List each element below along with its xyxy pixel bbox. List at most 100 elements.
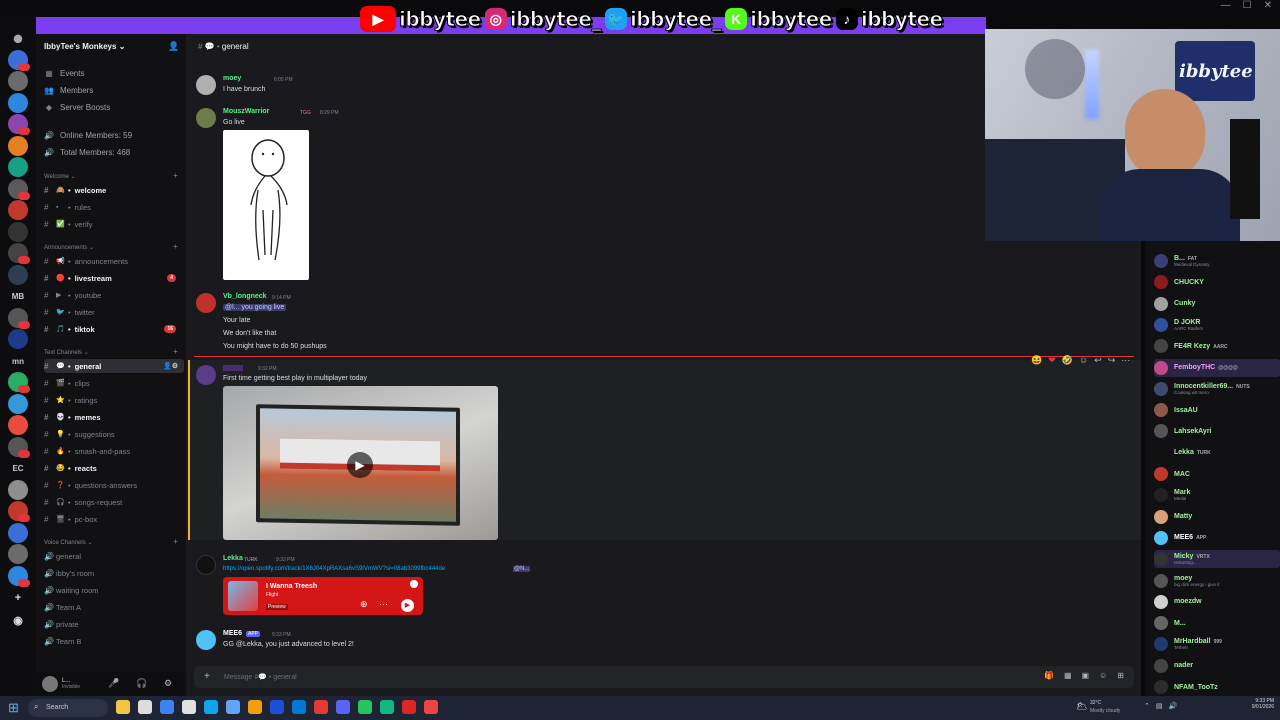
- message-author[interactable]: Vb_longneck: [223, 293, 267, 300]
- sticker-icon[interactable]: ▣: [1082, 671, 1090, 680]
- nav-events[interactable]: ▦ Events: [44, 69, 84, 78]
- member-item[interactable]: Micky VRTX restarting...: [1154, 550, 1280, 569]
- server-icon[interactable]: [8, 544, 28, 564]
- channel-songs-request[interactable]: # 🎧 • songs-request: [44, 495, 184, 509]
- member-item[interactable]: Innocentkiller69... NUTS Cooking wit mero: [1154, 380, 1280, 398]
- channel-reacts[interactable]: # 😂 • reacts: [44, 461, 184, 475]
- category-text[interactable]: Text Channels ⌄: [44, 349, 89, 356]
- avatar[interactable]: [196, 630, 216, 650]
- add-channel-icon[interactable]: +: [173, 242, 178, 251]
- edge-icon[interactable]: [160, 700, 174, 714]
- server-icon[interactable]: MB: [4, 292, 32, 301]
- voice-channel[interactable]: 🔊 Team A: [44, 600, 184, 614]
- server-icon[interactable]: [8, 522, 28, 543]
- outlook-icon[interactable]: [292, 700, 306, 714]
- message-input[interactable]: Message #💬 • general: [224, 673, 297, 681]
- spotify-link[interactable]: https://open.spotify.com/track/1X6J04XpR…: [223, 566, 445, 572]
- avatar[interactable]: [196, 293, 216, 313]
- close-icon[interactable]: ✕: [1264, 0, 1272, 16]
- member-item[interactable]: IssaAU: [1154, 401, 1280, 419]
- reply-icon[interactable]: ↩: [1094, 355, 1102, 366]
- channel-twitter[interactable]: # 🐦 • twitter: [44, 305, 184, 319]
- member-item[interactable]: Matty: [1154, 508, 1280, 526]
- more-icon[interactable]: ⋯: [1121, 355, 1130, 366]
- add-reaction-icon[interactable]: ☺: [1079, 355, 1088, 366]
- mic-icon[interactable]: 🎤: [108, 678, 119, 689]
- network-icon[interactable]: ▤: [1156, 702, 1163, 710]
- voice-channel[interactable]: 🔊 waiting room: [44, 583, 184, 597]
- category-welcome[interactable]: Welcome ⌄: [44, 173, 76, 180]
- server-icon[interactable]: EC: [4, 464, 32, 473]
- forward-icon[interactable]: ↪: [1108, 355, 1116, 366]
- app-icon[interactable]: [226, 700, 240, 714]
- discord-icon[interactable]: [336, 700, 350, 714]
- nav-members[interactable]: 👥 Members: [44, 86, 93, 95]
- voice-channel[interactable]: 🔊 ibby's room: [44, 566, 184, 580]
- gear-icon[interactable]: ⚙: [164, 678, 172, 689]
- video-attachment[interactable]: ▶: [223, 386, 498, 540]
- member-item[interactable]: B... FAT Medieval Dynasty: [1154, 252, 1280, 270]
- message-author[interactable]: MEE6: [223, 630, 242, 637]
- reaction-icon[interactable]: 🤣: [1062, 355, 1073, 366]
- volume-icon[interactable]: 🔊: [1169, 702, 1178, 710]
- member-item[interactable]: moey big dick energy i give it: [1154, 572, 1280, 590]
- channel-clips[interactable]: # 🎬 • clips: [44, 376, 184, 390]
- member-item[interactable]: Mark Medal: [1154, 486, 1280, 504]
- chevron-up-icon[interactable]: ⌃: [1144, 702, 1150, 710]
- message-author[interactable]: [223, 365, 243, 371]
- member-item[interactable]: M...: [1154, 614, 1280, 632]
- channel-welcome[interactable]: # 🙈 • welcome: [44, 183, 184, 197]
- heart-icon[interactable]: ❤: [1048, 355, 1056, 366]
- channel-youtube[interactable]: # ▶ • youtube: [44, 288, 184, 302]
- windows-start-icon[interactable]: ⊞: [8, 701, 22, 715]
- server-icon[interactable]: [8, 221, 28, 242]
- add-channel-icon[interactable]: +: [173, 537, 178, 546]
- avatar[interactable]: [196, 365, 216, 385]
- member-item[interactable]: MEE6 APP: [1154, 529, 1280, 547]
- server-icon[interactable]: [8, 329, 28, 349]
- app-icon[interactable]: [182, 700, 196, 714]
- store-icon[interactable]: [270, 700, 284, 714]
- app-icon[interactable]: [424, 700, 438, 714]
- apps-icon[interactable]: ⊞: [1117, 671, 1124, 680]
- voice-channel[interactable]: 🔊 private: [44, 617, 184, 631]
- avatar[interactable]: [42, 676, 58, 692]
- channel-settings-icon[interactable]: 👤⚙: [163, 362, 178, 370]
- play-icon[interactable]: ▶: [347, 452, 373, 478]
- channel-tiktok[interactable]: # 🎵 • tiktok 16: [44, 322, 184, 336]
- taskbar-search[interactable]: ⌕ Search: [28, 699, 108, 717]
- member-item[interactable]: MrHardball 999 Tetherr: [1154, 635, 1280, 653]
- add-attachment-icon[interactable]: +: [204, 671, 210, 682]
- clock[interactable]: 9:33 PM 9/01/2026: [1230, 698, 1274, 710]
- server-name[interactable]: IbbyTee's Monkeys ⌄: [44, 42, 125, 51]
- add-channel-icon[interactable]: +: [173, 347, 178, 356]
- channel-suggestions[interactable]: # 💡 • suggestions: [44, 427, 184, 441]
- app-icon[interactable]: [380, 700, 394, 714]
- member-item[interactable]: moezdw: [1154, 593, 1280, 611]
- nav-server-boosts[interactable]: ◆ Server Boosts: [44, 103, 110, 112]
- gift-icon[interactable]: 🎁: [1044, 671, 1054, 680]
- widgets-icon[interactable]: [116, 700, 130, 714]
- channel-memes[interactable]: # 💀 • memes: [44, 410, 184, 424]
- member-item[interactable]: NFAM_TooTz: [1154, 678, 1280, 696]
- avatar[interactable]: [196, 108, 216, 128]
- member-item[interactable]: nader: [1154, 657, 1280, 675]
- direct-messages-icon[interactable]: ⬤: [4, 34, 32, 43]
- spotify-embed[interactable]: I Wanna Treesh Flight Preview ⊕ ⋯ ▶: [223, 577, 423, 615]
- member-item[interactable]: D JOKR AARC Raiders: [1154, 316, 1280, 334]
- weather-widget[interactable]: 🌥 32°C Mostly cloudy: [1076, 699, 1136, 717]
- member-item[interactable]: FE4R Kezy AARC: [1154, 337, 1280, 355]
- channel-questions-answers[interactable]: # ❓ • questions-answers: [44, 478, 184, 492]
- avatar[interactable]: [196, 75, 216, 95]
- channel-rules[interactable]: # ▪ • rules: [44, 200, 184, 214]
- member-item[interactable]: CHUCKY: [1154, 273, 1280, 291]
- channel-pc-box[interactable]: # 🖥 • pc-box: [44, 512, 184, 526]
- gif-icon[interactable]: ▦: [1064, 671, 1072, 680]
- message-author[interactable]: moey: [223, 75, 241, 82]
- message-composer[interactable]: + Message #💬 • general 🎁 ▦ ▣ ☺ ⊞: [194, 666, 1134, 688]
- image-attachment[interactable]: [223, 130, 309, 280]
- channel-smash-and-pass[interactable]: # 🔥 • smash-and-pass: [44, 444, 184, 458]
- discover-icon[interactable]: ◉: [4, 614, 32, 627]
- add-channel-icon[interactable]: +: [173, 171, 178, 180]
- message-author[interactable]: MouszWarrior: [223, 108, 269, 115]
